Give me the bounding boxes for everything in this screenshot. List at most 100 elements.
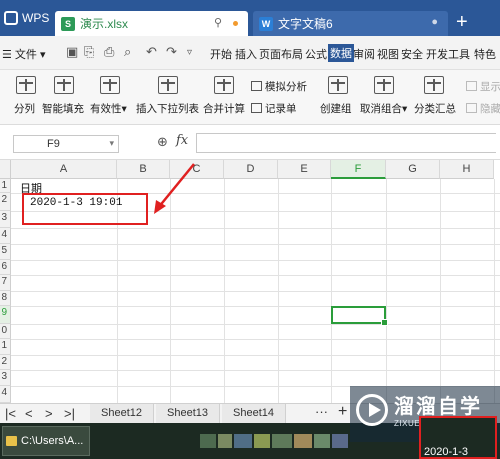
column-header[interactable]: H (440, 160, 494, 179)
row-header[interactable]: 0 (0, 324, 11, 339)
taskbar-icon[interactable] (234, 434, 252, 448)
grid-line (11, 291, 500, 292)
save-icon[interactable]: ▣ (66, 44, 78, 60)
taskbar-icon[interactable] (332, 434, 348, 448)
record-form-icon (251, 103, 262, 113)
split-column-icon (16, 76, 36, 94)
insert-dropdown-button[interactable]: 插入下拉列表 (136, 101, 199, 116)
hide-detail-label: 隐藏 (480, 103, 500, 115)
consolidate-button[interactable]: 合并计算 (203, 101, 245, 116)
function-button[interactable]: fx (176, 133, 188, 148)
menu-insert[interactable]: 插入 (235, 46, 257, 62)
sheet-tab[interactable]: Sheet14 (222, 404, 286, 423)
show-detail-icon (466, 81, 477, 91)
next-sheet-icon[interactable]: > (45, 406, 53, 421)
column-header[interactable]: A (11, 160, 117, 179)
close-icon[interactable]: ● (431, 16, 438, 28)
first-sheet-icon[interactable]: |< (5, 406, 16, 421)
more-sheets-button[interactable]: ··· (315, 404, 328, 419)
name-box[interactable]: F9 ▾ (13, 135, 119, 153)
formula-input[interactable] (196, 133, 496, 153)
menu-start[interactable]: 开始 (210, 46, 232, 62)
menu-file[interactable]: ☰ 文件 ▾ (2, 46, 46, 62)
wps-home-button[interactable]: WPS (0, 0, 50, 36)
validity-button[interactable]: 有效性▾ (90, 101, 127, 116)
hide-detail-icon (466, 103, 477, 113)
column-header[interactable]: E (278, 160, 331, 179)
split-column-button[interactable]: 分列 (14, 101, 35, 116)
taskbar-icon[interactable] (200, 434, 216, 448)
undo-icon[interactable]: ↶ (146, 44, 157, 60)
show-detail-button[interactable]: 显示 (466, 79, 500, 94)
ribbon-data: 分列 智能填充 有效性▾ 插入下拉列表 合并计算 模拟分析 记录单 创建组 取消… (0, 70, 500, 125)
create-group-button[interactable]: 创建组 (320, 101, 352, 116)
chevron-down-icon[interactable]: ▾ (109, 138, 114, 149)
add-sheet-button[interactable]: + (338, 403, 347, 421)
ungroup-icon (374, 76, 394, 94)
spreadsheet-grid[interactable]: A B C D E F G H 1 2 3 4 5 6 7 8 9 0 1 2 … (0, 160, 500, 403)
redo-icon[interactable]: ↷ (166, 44, 177, 60)
print-icon[interactable]: ⎙ (104, 44, 114, 60)
row-header-selected[interactable]: 9 (0, 306, 11, 324)
row-header[interactable]: 2 (0, 355, 11, 370)
column-header[interactable]: D (224, 160, 278, 179)
tab-spreadsheet[interactable]: S 演示.xlsx ⚲ (55, 11, 248, 36)
taskbar-explorer-item[interactable]: C:\Users\A... (2, 426, 90, 456)
menu-security[interactable]: 安全 (401, 46, 423, 62)
what-if-button[interactable]: 模拟分析 (251, 79, 307, 94)
tab-writer-doc[interactable]: W 文字文稿6 ● (253, 11, 448, 36)
column-header[interactable]: G (386, 160, 440, 179)
subtotal-button[interactable]: 分类汇总 (414, 101, 456, 116)
new-tab-button[interactable]: + (456, 12, 468, 32)
taskbar-icon[interactable] (254, 434, 270, 448)
menu-special[interactable]: 特色 (474, 46, 496, 62)
zoom-icon[interactable]: ⊕ (157, 134, 168, 150)
preview-icon[interactable]: ⌕ (124, 44, 131, 60)
active-cell-f9[interactable] (331, 306, 388, 326)
row-header[interactable]: 6 (0, 260, 11, 275)
what-if-icon (251, 81, 262, 91)
title-bar: WPS S 演示.xlsx ⚲ W 文字文稿6 ● + (0, 0, 500, 36)
row-header[interactable]: 1 (0, 179, 11, 193)
taskbar-icon[interactable] (272, 434, 292, 448)
record-label: 记录单 (265, 103, 297, 115)
sheet-tab[interactable]: Sheet12 (90, 404, 154, 423)
menu-developer[interactable]: 开发工具 (426, 46, 470, 62)
pin-icon[interactable]: ⚲ (214, 16, 222, 29)
sheet-tab[interactable]: Sheet13 (156, 404, 220, 423)
ungroup-button[interactable]: 取消组合▾ (360, 101, 407, 116)
spreadsheet-icon: S (61, 16, 75, 31)
prev-sheet-icon[interactable]: < (25, 406, 33, 421)
menu-review[interactable]: 审阅 (353, 46, 375, 62)
row-header[interactable]: 2 (0, 193, 11, 211)
export-icon[interactable]: ⎘ (84, 44, 94, 60)
record-form-button[interactable]: 记录单 (251, 101, 297, 116)
select-all-corner[interactable] (0, 160, 11, 179)
menu-formula[interactable]: 公式 (305, 46, 327, 62)
row-header[interactable]: 5 (0, 244, 11, 260)
hide-detail-button[interactable]: 隐藏 (466, 101, 500, 116)
grid-line (11, 275, 500, 276)
tab-label: 文字文稿6 (278, 17, 333, 31)
explorer-label: C:\Users\A... (21, 435, 84, 447)
row-header[interactable]: 4 (0, 228, 11, 244)
last-sheet-icon[interactable]: >| (64, 406, 75, 421)
menu-page-layout[interactable]: 页面布局 (259, 46, 303, 62)
tray-date[interactable]: 2020-1-3 (424, 446, 468, 458)
taskbar-icon[interactable] (314, 434, 330, 448)
row-header[interactable]: 8 (0, 291, 11, 306)
grid-line (11, 260, 500, 261)
taskbar-icon[interactable] (294, 434, 312, 448)
row-header[interactable]: 4 (0, 386, 11, 403)
menu-view[interactable]: 视图 (377, 46, 399, 62)
column-header-selected[interactable]: F (331, 160, 386, 179)
chevron-down-icon[interactable]: ▿ (187, 47, 192, 58)
menu-data[interactable]: 数据 (328, 44, 354, 62)
row-header[interactable]: 7 (0, 275, 11, 291)
row-header[interactable]: 3 (0, 370, 11, 386)
grid-line (11, 306, 500, 307)
smart-fill-button[interactable]: 智能填充 (42, 101, 84, 116)
row-header[interactable]: 1 (0, 339, 11, 355)
row-header[interactable]: 3 (0, 211, 11, 228)
taskbar-icon[interactable] (218, 434, 232, 448)
